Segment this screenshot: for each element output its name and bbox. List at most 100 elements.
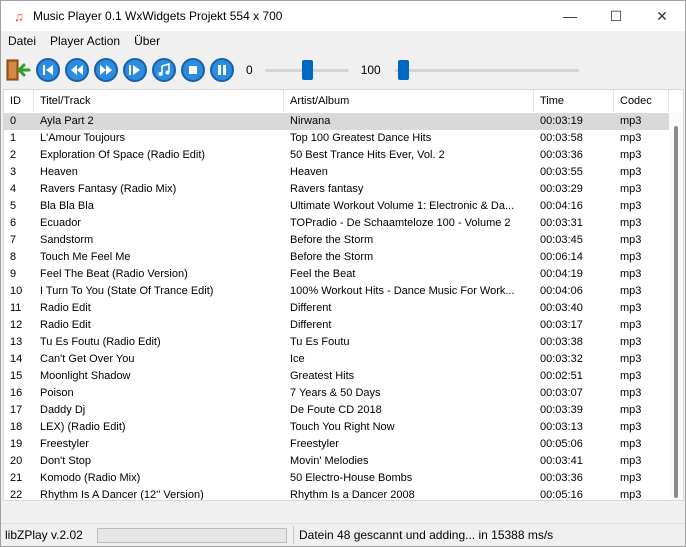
menu-player-action[interactable]: Player Action [43, 34, 127, 48]
track-row[interactable]: 8 Touch Me Feel Me Before the Storm 00:06:1… [4, 249, 669, 266]
scrollbar-thumb[interactable] [674, 126, 678, 498]
music-note-icon [158, 63, 170, 76]
track-row[interactable]: 6 Ecuador TOPradio - De Schaamteloze 100 -… [4, 215, 669, 232]
track-row[interactable]: 20 Don't Stop Movin' Melodies 00:03:41 mp3 [4, 453, 669, 470]
fast-forward-button[interactable] [94, 58, 118, 82]
cell-id: 19 [10, 438, 23, 450]
cell-id: 4 [10, 183, 17, 195]
cell-artist: Greatest Hits [290, 370, 355, 382]
rewind-button[interactable] [65, 58, 89, 82]
track-row[interactable]: 0 Ayla Part 2 Nirwana 00:03:19 mp3 [4, 113, 669, 130]
cell-artist: 100% Workout Hits - Dance Music For Work… [290, 285, 515, 297]
cell-title: Feel The Beat (Radio Version) [40, 268, 188, 280]
cell-title: Ayla Part 2 [40, 115, 94, 127]
cell-artist: Different [290, 319, 332, 331]
cell-id: 17 [10, 404, 23, 416]
cell-codec: mp3 [620, 404, 642, 416]
cell-title: Poison [40, 387, 74, 399]
column-header-title[interactable]: Titel/Track [34, 90, 284, 112]
previous-button[interactable] [36, 58, 60, 82]
cell-title: I Turn To You (State Of Trance Edit) [40, 285, 214, 297]
pause-button[interactable] [210, 58, 234, 82]
volume-slider-track [394, 69, 579, 72]
volume-slider-thumb[interactable] [397, 60, 409, 80]
position-slider-thumb[interactable] [301, 60, 313, 80]
next-button[interactable] [123, 58, 147, 82]
cell-codec: mp3 [620, 132, 642, 144]
cell-time: 00:04:16 [540, 200, 583, 212]
cell-codec: mp3 [620, 302, 642, 314]
track-row[interactable]: 16 Poison 7 Years & 50 Days 00:03:07 mp3 [4, 385, 669, 402]
track-row[interactable]: 1 L'Amour Toujours Top 100 Greatest Dance … [4, 130, 669, 147]
track-row[interactable]: 2 Exploration Of Space (Radio Edit) 50 Bes… [4, 147, 669, 164]
cell-time: 00:03:45 [540, 234, 583, 246]
cell-title: Can't Get Over You [40, 353, 135, 365]
cell-time: 00:03:07 [540, 387, 583, 399]
cell-id: 0 [10, 115, 17, 127]
cell-artist: Touch You Right Now [290, 421, 395, 433]
track-row[interactable]: 12 Radio Edit Different 00:03:17 mp3 [4, 317, 669, 334]
column-header-artist[interactable]: Artist/Album [284, 90, 534, 112]
track-list[interactable]: ID Titel/Track Artist/Album Time Codec 0… [3, 89, 684, 501]
cell-id: 5 [10, 200, 17, 212]
position-slider[interactable] [264, 58, 349, 82]
list-header: ID Titel/Track Artist/Album Time Codec [4, 90, 683, 112]
track-row[interactable]: 4 Ravers Fantasy (Radio Mix) Ravers fantas… [4, 181, 669, 198]
cell-time: 00:03:36 [540, 149, 583, 161]
track-row[interactable]: 7 Sandstorm Before the Storm 00:03:45 mp3 [4, 232, 669, 249]
minimize-button[interactable]: — [547, 1, 593, 31]
cell-codec: mp3 [620, 115, 642, 127]
track-row[interactable]: 18 LEX) (Radio Edit) Touch You Right Now 00… [4, 419, 669, 436]
play-music-button[interactable] [152, 58, 176, 82]
next-icon [129, 65, 140, 75]
track-row[interactable]: 14 Can't Get Over You Ice 00:03:32 mp3 [4, 351, 669, 368]
close-button[interactable]: ✕ [639, 1, 685, 31]
cell-artist: Rhythm Is a Dancer 2008 [290, 489, 415, 501]
cell-artist: Feel the Beat [290, 268, 356, 280]
exit-button[interactable] [5, 57, 31, 83]
volume-slider[interactable] [394, 58, 579, 82]
menu-datei[interactable]: Datei [1, 34, 43, 48]
cell-id: 1 [10, 132, 17, 144]
track-row[interactable]: 3 Heaven Heaven 00:03:55 mp3 [4, 164, 669, 181]
cell-id: 20 [10, 455, 23, 467]
column-header-id[interactable]: ID [4, 90, 34, 112]
stop-icon [189, 66, 197, 74]
cell-codec: mp3 [620, 251, 642, 263]
track-row[interactable]: 9 Feel The Beat (Radio Version) Feel the B… [4, 266, 669, 283]
cell-id: 3 [10, 166, 17, 178]
cell-time: 00:03:36 [540, 472, 583, 484]
track-row[interactable]: 5 Bla Bla Bla Ultimate Workout Volume 1: E… [4, 198, 669, 215]
menu-uber[interactable]: Über [127, 34, 167, 48]
cell-time: 00:04:06 [540, 285, 583, 297]
column-header-time[interactable]: Time [534, 90, 614, 112]
maximize-button[interactable]: ☐ [593, 1, 639, 31]
cell-codec: mp3 [620, 234, 642, 246]
cell-id: 12 [10, 319, 23, 331]
track-row[interactable]: 10 I Turn To You (State Of Trance Edit) 10… [4, 283, 669, 300]
cell-time: 00:03:19 [540, 115, 583, 127]
stop-button[interactable] [181, 58, 205, 82]
cell-time: 00:03:55 [540, 166, 583, 178]
cell-codec: mp3 [620, 472, 642, 484]
track-row[interactable]: 13 Tu Es Foutu (Radio Edit) Tu Es Foutu 00:… [4, 334, 669, 351]
library-version: libZPlay v.2.02 [5, 528, 83, 542]
position-label: 0 [246, 63, 253, 77]
track-row[interactable]: 19 Freestyler Freestyler 00:05:06 mp3 [4, 436, 669, 453]
track-row[interactable]: 17 Daddy Dj De Foute CD 2018 00:03:39 mp3 [4, 402, 669, 419]
cell-id: 13 [10, 336, 23, 348]
vertical-scrollbar[interactable] [669, 112, 683, 500]
track-row[interactable]: 21 Komodo (Radio Mix) 50 Electro-House Bom… [4, 470, 669, 487]
cell-id: 8 [10, 251, 17, 263]
cell-codec: mp3 [620, 285, 642, 297]
status-bar: libZPlay v.2.02 Datein 48 gescannt und a… [1, 523, 685, 546]
cell-codec: mp3 [620, 268, 642, 280]
track-row[interactable]: 15 Moonlight Shadow Greatest Hits 00:02:51 m… [4, 368, 669, 385]
column-header-codec[interactable]: Codec [614, 90, 669, 112]
track-row[interactable]: 22 Rhythm Is A Dancer (12'' Version) Rhyth… [4, 487, 669, 501]
cell-artist: Before the Storm [290, 234, 374, 246]
track-row[interactable]: 11 Radio Edit Different 00:03:40 mp3 [4, 300, 669, 317]
cell-title: Bla Bla Bla [40, 200, 94, 212]
cell-codec: mp3 [620, 166, 642, 178]
cell-title: Moonlight Shadow [40, 370, 131, 382]
